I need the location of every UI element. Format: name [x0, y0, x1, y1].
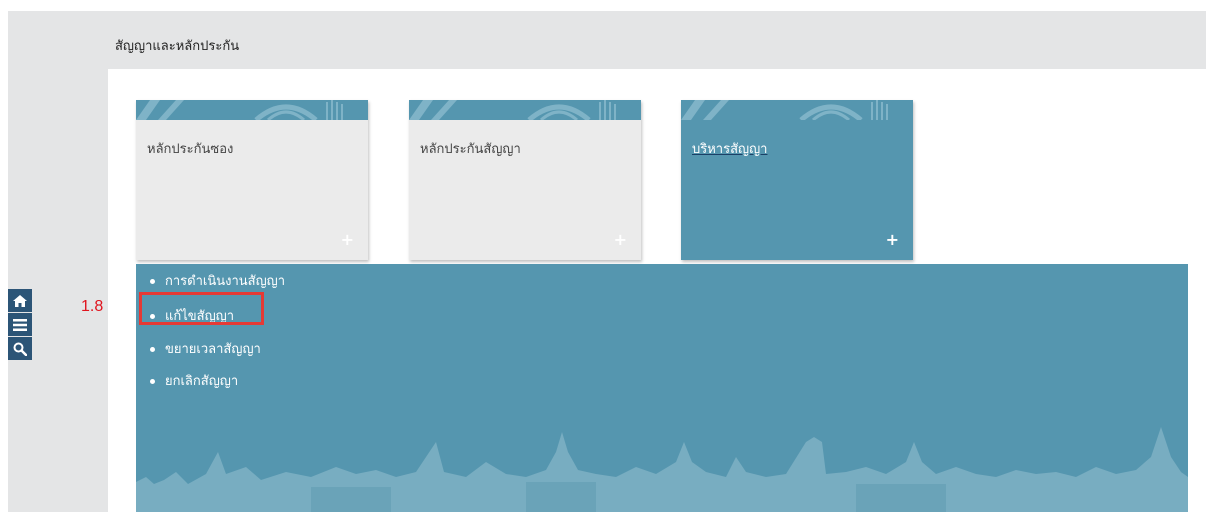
home-icon: [13, 294, 27, 307]
search-icon: [13, 342, 27, 356]
expand-plus-icon[interactable]: +: [341, 232, 354, 248]
bullet-icon: [150, 379, 155, 384]
search-button[interactable]: [8, 337, 32, 361]
card-contract-guarantee[interactable]: หลักประกันสัญญา +: [409, 100, 641, 260]
bullet-icon: [150, 347, 155, 352]
step-annotation-label: 1.8: [81, 298, 104, 315]
submenu-item-extend-contract[interactable]: ขยายเวลาสัญญา: [150, 338, 261, 359]
expand-plus-icon[interactable]: +: [614, 232, 627, 248]
card-bid-guarantee[interactable]: หลักประกันซอง +: [136, 100, 368, 260]
menu-icon: [13, 318, 27, 331]
city-skyline-decoration: [136, 427, 1188, 512]
menu-button[interactable]: [8, 313, 32, 337]
left-margin: [0, 0, 8, 512]
submenu-item-contract-operations[interactable]: การดำเนินงานสัญญา: [150, 270, 285, 291]
page-header: สัญญาและหลักประกัน: [108, 11, 1206, 69]
expand-plus-icon[interactable]: +: [886, 232, 899, 248]
card-contract-management[interactable]: บริหารสัญญา +: [681, 100, 913, 260]
card-title[interactable]: บริหารสัญญา: [692, 138, 767, 159]
annotation-highlight-box: [139, 292, 264, 325]
left-panel: [8, 11, 108, 512]
submenu-item-cancel-contract[interactable]: ยกเลิกสัญญา: [150, 370, 238, 391]
card-title: หลักประกันซอง: [147, 142, 234, 157]
side-toolbar: [8, 289, 32, 361]
card-banner: [409, 100, 641, 120]
contract-management-submenu: การดำเนินงานสัญญา แก้ไขสัญญา ขยายเวลาสัญ…: [136, 264, 1188, 512]
submenu-item-label: ยกเลิกสัญญา: [165, 374, 239, 389]
submenu-item-label: การดำเนินงานสัญญา: [165, 274, 286, 289]
card-title: หลักประกันสัญญา: [420, 142, 521, 157]
submenu-item-label: ขยายเวลาสัญญา: [165, 342, 261, 357]
page-title: สัญญาและหลักประกัน: [115, 39, 240, 54]
card-banner: [681, 100, 913, 120]
home-button[interactable]: [8, 289, 32, 313]
card-banner: [136, 100, 368, 120]
bullet-icon: [150, 279, 155, 284]
